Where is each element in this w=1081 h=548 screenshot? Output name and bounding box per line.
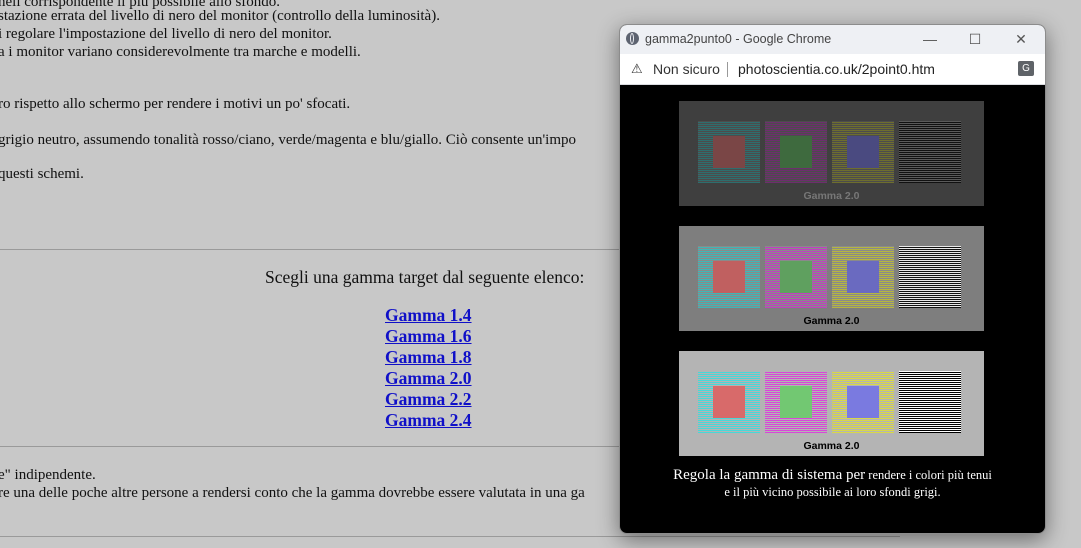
cyan-pattern-swatch [698,121,760,183]
gamma-panel-label: Gamma 2.0 [803,440,860,452]
maximize-button[interactable]: ☐ [962,28,988,50]
address-bar[interactable]: ⚠ Non sicuro photoscientia.co.uk/2point0… [620,54,1045,85]
magenta-pattern-swatch [765,121,827,183]
gamma-link-list: Gamma 1.4 Gamma 1.6 Gamma 1.8 Gamma 2.0 … [385,305,472,431]
black-white-pattern-swatch [899,121,961,183]
instruction-text: Regola la gamma di sistema per rendere i… [620,466,1045,501]
body-text-line: ro rispetto allo schermo per rendere i m… [0,96,351,112]
popup-window: gamma2punto0 - Google Chrome — ☐ ✕ ⚠ Non… [619,24,1046,534]
instruction-text-line2: e il più vicino possibile ai loro sfondi… [724,485,941,499]
gamma-2-4-link[interactable]: Gamma 2.4 [385,410,472,431]
body-text-line: a i monitor variano considerevolmente tr… [0,44,361,60]
body-text-line: e" indipendente. [0,467,96,483]
minimize-button[interactable]: — [917,28,943,50]
gamma-2-2-link[interactable]: Gamma 2.2 [385,389,472,410]
body-text-line: re una delle poche altre persone a rende… [0,485,585,501]
cyan-pattern-swatch [698,246,760,308]
instruction-text-small: rendere i colori più tenui [865,468,992,482]
gamma-list-heading: Scegli una gamma target dal seguente ele… [265,267,585,287]
gamma-panel-label: Gamma 2.0 [803,315,860,327]
gamma-panel-light: Gamma 2.0 [679,351,984,456]
translate-icon[interactable]: G [1018,61,1034,76]
yellow-pattern-swatch [832,371,894,433]
instruction-text-large: Regola la gamma di sistema per [673,467,866,483]
body-text-line: questi schemi. [0,166,84,182]
body-text-line: i regolare l'impostazione del livello di… [0,26,332,42]
gamma-1-4-link[interactable]: Gamma 1.4 [385,305,472,326]
cyan-pattern-swatch [698,371,760,433]
gamma-1-6-link[interactable]: Gamma 1.6 [385,326,472,347]
magenta-pattern-swatch [765,246,827,308]
yellow-pattern-swatch [832,121,894,183]
security-status[interactable]: Non sicuro [653,61,720,77]
close-button[interactable]: ✕ [1008,28,1034,50]
divider [727,62,728,77]
yellow-pattern-swatch [832,246,894,308]
horizontal-rule [0,249,640,250]
magenta-pattern-swatch [765,371,827,433]
url-text[interactable]: photoscientia.co.uk/2point0.htm [738,61,935,77]
globe-icon [626,32,639,45]
black-white-pattern-swatch [899,371,961,433]
horizontal-rule [0,446,640,447]
gamma-2-0-link[interactable]: Gamma 2.0 [385,368,472,389]
black-white-pattern-swatch [899,246,961,308]
window-title: gamma2punto0 - Google Chrome [645,32,832,46]
title-bar[interactable]: gamma2punto0 - Google Chrome — ☐ ✕ [620,25,1045,54]
horizontal-rule [0,536,900,537]
gamma-panel-label: Gamma 2.0 [803,190,860,202]
body-text-line: grigio neutro, assumendo tonalità rosso/… [0,132,576,148]
gamma-panel-mid: Gamma 2.0 [679,226,984,331]
body-text-line: stazione errata del livello di nero del … [0,8,440,24]
warning-icon[interactable]: ⚠ [631,61,643,77]
gamma-panel-dark: Gamma 2.0 [679,101,984,206]
gamma-1-8-link[interactable]: Gamma 1.8 [385,347,472,368]
